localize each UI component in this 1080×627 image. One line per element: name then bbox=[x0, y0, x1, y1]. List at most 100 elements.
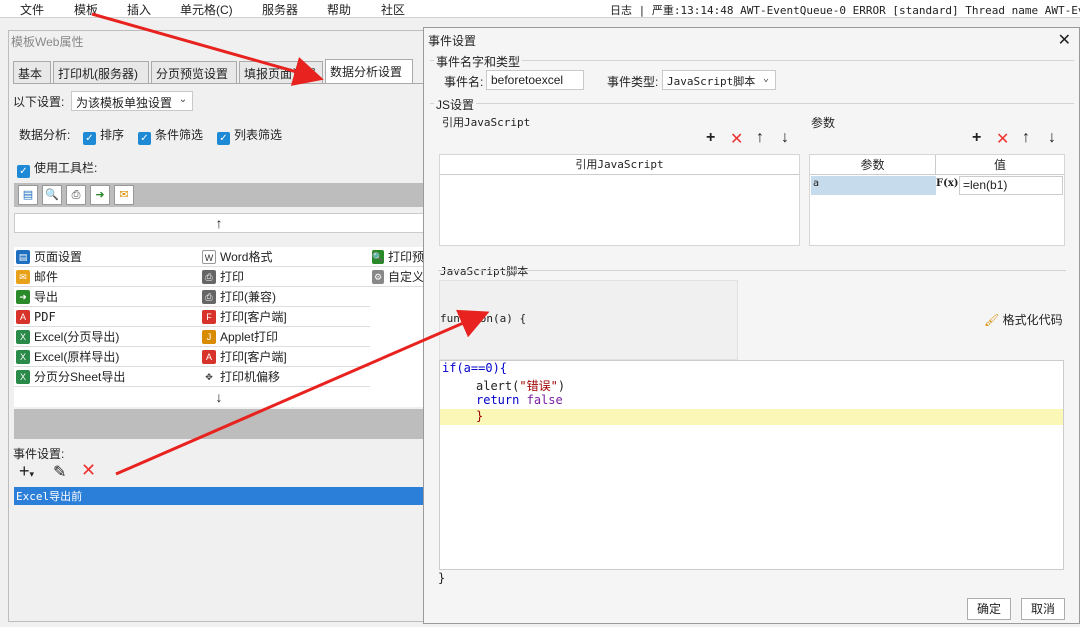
name-type-section bbox=[430, 60, 1074, 61]
menu-server[interactable]: 服务器 bbox=[262, 1, 298, 18]
delete-icon[interactable]: ✕ bbox=[81, 460, 96, 481]
event-type-label: 事件类型: bbox=[607, 75, 659, 89]
grid-item-print[interactable]: ⎙ 打印 bbox=[200, 267, 370, 287]
checkbox-list-filter[interactable]: ✓ 列表筛选 bbox=[217, 126, 282, 145]
tab-page-preview[interactable]: 分页预览设置 bbox=[151, 61, 237, 83]
panel-title: 模板Web属性 bbox=[11, 35, 84, 49]
menu-template[interactable]: 模板 bbox=[74, 1, 98, 18]
format-code-button[interactable]: 🖌 格式化代码 bbox=[984, 311, 1063, 328]
grid-item-word[interactable]: W Word格式 bbox=[200, 247, 370, 267]
params-table: 参数 值 a F(x) =len(b1) bbox=[809, 154, 1065, 246]
code-editor[interactable]: if(a==0){ alert("错误") return false } bbox=[439, 360, 1064, 570]
menu-help[interactable]: 帮助 bbox=[327, 1, 351, 18]
cancel-button[interactable]: 取消 bbox=[1021, 598, 1065, 620]
grid-item-excel-page[interactable]: X Excel(分页导出) bbox=[14, 327, 200, 347]
js-script-label: JavaScript脚本 bbox=[440, 265, 529, 278]
menu-insert[interactable]: 插入 bbox=[127, 1, 151, 18]
checkbox-sort[interactable]: ✓ 排序 bbox=[83, 126, 124, 145]
js-section bbox=[430, 103, 1074, 104]
event-settings-dialog: 事件设置 ✕ 事件名字和类型 事件名: beforetoexcel 事件类型: … bbox=[423, 27, 1080, 624]
grid-label: 页面设置 bbox=[34, 250, 83, 264]
grid-item-excel-original[interactable]: X Excel(原样导出) bbox=[14, 347, 200, 367]
toolbar-preview: ▤ 🔍 ⎙ ➜ ✉ bbox=[14, 183, 424, 207]
param-name-cell[interactable]: a bbox=[811, 176, 936, 195]
grid-item-print-preview[interactable]: 🔍 打印预 bbox=[370, 247, 424, 267]
brush-icon: 🖌 bbox=[984, 313, 1000, 327]
grid-item-export[interactable]: ➜ 导出 bbox=[14, 287, 200, 307]
chevron-down-icon: ⌄ bbox=[762, 73, 770, 84]
arrow-up-icon[interactable]: ↑ bbox=[756, 129, 764, 147]
move-icon: ✥ bbox=[202, 369, 216, 384]
grid-item-custom[interactable]: ⚙ 自定义 bbox=[370, 267, 424, 287]
export-icon[interactable]: ➜ bbox=[90, 185, 110, 205]
tab-printer-server[interactable]: 打印机(服务器) bbox=[53, 61, 149, 83]
tab-fill-page[interactable]: 填报页面设置 bbox=[239, 61, 323, 83]
move-up-button[interactable]: ↑ bbox=[14, 213, 424, 233]
js-section-label: JS设置 bbox=[434, 96, 477, 113]
ok-button[interactable]: 确定 bbox=[967, 598, 1011, 620]
event-settings-label: 事件设置: bbox=[13, 447, 65, 461]
menu-file[interactable]: 文件 bbox=[20, 1, 44, 18]
grid-item-printer-offset[interactable]: ✥ 打印机偏移 bbox=[200, 367, 370, 387]
arrow-up-icon[interactable]: ↑ bbox=[1022, 129, 1030, 147]
template-web-properties-panel: 模板Web属性 基本 打印机(服务器) 分页预览设置 填报页面设置 数据分析设置… bbox=[8, 30, 428, 622]
menu-community[interactable]: 社区 bbox=[381, 1, 405, 18]
add-icon[interactable]: + bbox=[972, 129, 981, 147]
code-line-4: } bbox=[476, 409, 484, 423]
js-script-divider bbox=[438, 270, 1066, 271]
function-signature: function(a) { bbox=[440, 312, 527, 325]
checkbox-list-label: 列表筛选 bbox=[234, 128, 283, 142]
grid-item-print-compat[interactable]: ⎙ 打印(兼容) bbox=[200, 287, 370, 307]
tab-basic[interactable]: 基本 bbox=[13, 61, 51, 83]
event-name-input[interactable]: beforetoexcel bbox=[486, 70, 584, 90]
move-down-button[interactable]: ↓ bbox=[14, 389, 424, 407]
close-icon[interactable]: ✕ bbox=[1058, 30, 1071, 50]
tab-divider bbox=[13, 83, 425, 84]
chevron-down-icon: ⌄ bbox=[178, 94, 188, 105]
grid-item-sheet-export[interactable]: X 分页分Sheet导出 bbox=[14, 367, 200, 387]
print-preview-icon[interactable]: 🔍 bbox=[42, 185, 62, 205]
grid-item-page-setup[interactable]: ▤ 页面设置 bbox=[14, 247, 200, 267]
code-line-3: return false bbox=[476, 393, 563, 407]
mail-icon: ✉ bbox=[16, 269, 30, 284]
toolbar-button-grid: ▤ 页面设置 W Word格式 🔍 打印预 ✉ 邮件 ⎙ 打印 ⚙ 自定义 ➜ 导出 ⎙ 打印(… bbox=[14, 247, 424, 389]
grid-label: 打印机偏移 bbox=[220, 370, 281, 384]
section-name-type-label: 事件名字和类型 bbox=[434, 53, 523, 70]
grid-item-pdf[interactable]: A PDF bbox=[14, 307, 200, 327]
grid-label: 自定义 bbox=[387, 270, 424, 284]
grid-item-applet-print[interactable]: J Applet打印 bbox=[200, 327, 370, 347]
menubar: 文件 模板 插入 单元格(C) 服务器 帮助 社区 日志 | 严重:13:14:… bbox=[0, 0, 1080, 18]
setting-select-value: 为该模板单独设置 bbox=[76, 96, 173, 110]
mail-icon[interactable]: ✉ bbox=[114, 185, 134, 205]
grid-item-print-client[interactable]: F 打印[客户端] bbox=[200, 307, 370, 327]
grid-label: 打印[客户端] bbox=[220, 350, 287, 364]
tab-data-analysis[interactable]: 数据分析设置 bbox=[325, 59, 413, 83]
param-value-input[interactable]: =len(b1) bbox=[959, 176, 1063, 195]
checkbox-use-toolbar[interactable]: ✓ 使用工具栏: bbox=[17, 159, 97, 178]
delete-icon[interactable]: ✕ bbox=[996, 129, 1009, 149]
grid-label: PDF bbox=[34, 309, 56, 324]
print-icon[interactable]: ⎙ bbox=[66, 185, 86, 205]
page-setup-icon[interactable]: ▤ bbox=[18, 185, 38, 205]
grid-item-mail[interactable]: ✉ 邮件 bbox=[14, 267, 200, 287]
event-list-item[interactable]: Excel导出前 bbox=[14, 487, 426, 505]
grid-label: Applet打印 bbox=[220, 330, 279, 344]
add-icon[interactable]: + bbox=[706, 129, 715, 147]
edit-icon[interactable]: ✎ bbox=[53, 462, 66, 482]
delete-icon[interactable]: ✕ bbox=[730, 129, 743, 149]
ref-js-table: 引用JavaScript bbox=[439, 154, 800, 246]
grid-label: 打印[客户端] bbox=[220, 310, 287, 324]
formula-icon[interactable]: F(x) bbox=[936, 176, 959, 195]
grid-label: Excel(原样导出) bbox=[34, 350, 120, 364]
print-preview-icon: 🔍 bbox=[372, 249, 384, 264]
event-type-select[interactable]: JavaScript脚本 ⌄ bbox=[662, 70, 776, 90]
add-event-icon[interactable]: +▾ bbox=[19, 461, 34, 482]
check-icon: ✓ bbox=[83, 132, 96, 145]
arrow-down-icon[interactable]: ↓ bbox=[1048, 129, 1056, 147]
checkbox-condition-filter[interactable]: ✓ 条件筛选 bbox=[138, 126, 203, 145]
setting-select[interactable]: 为该模板单独设置 ⌄ bbox=[71, 91, 193, 111]
grid-label: 打印 bbox=[220, 270, 245, 284]
grid-item-print-client-pdf[interactable]: A 打印[客户端] bbox=[200, 347, 370, 367]
menu-cell[interactable]: 单元格(C) bbox=[180, 1, 233, 18]
arrow-down-icon[interactable]: ↓ bbox=[781, 129, 789, 147]
